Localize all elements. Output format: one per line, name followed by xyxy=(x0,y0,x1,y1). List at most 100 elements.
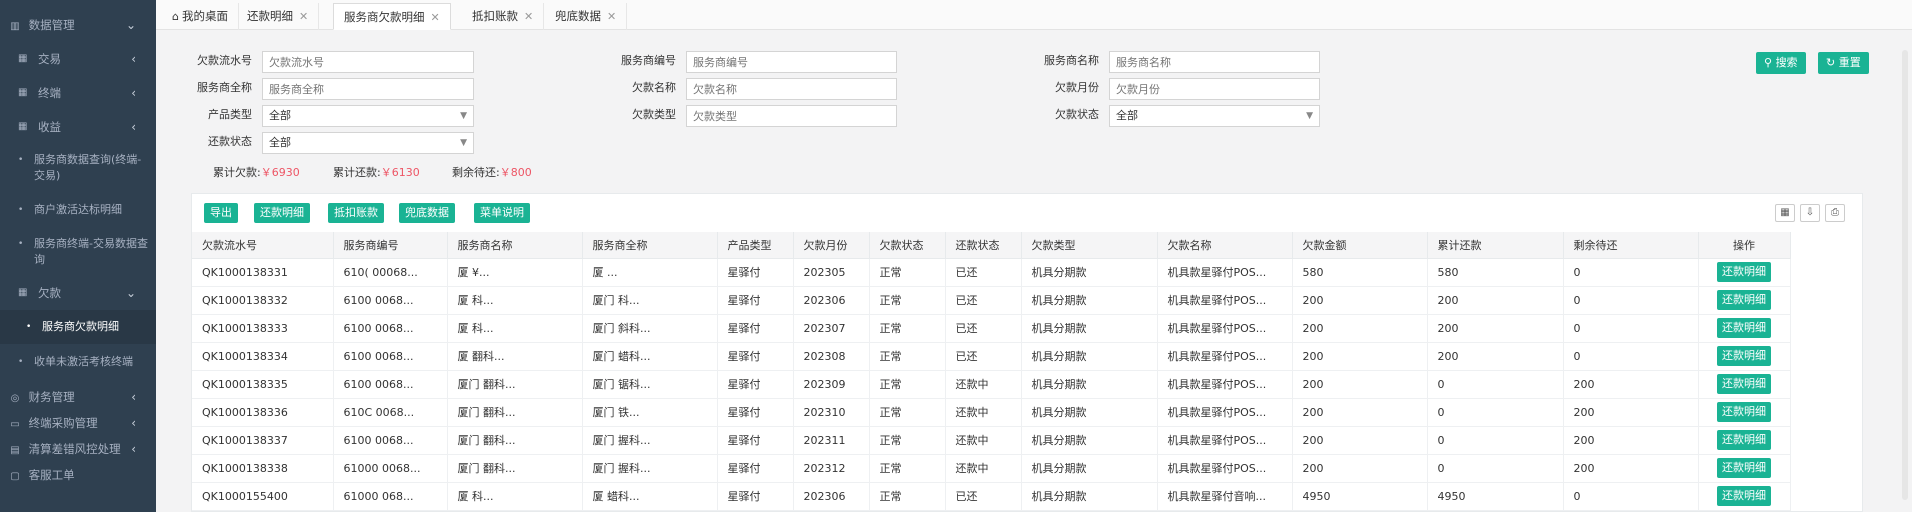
provider-code-input[interactable] xyxy=(686,51,897,73)
sidebar-item-label: 服务商终端-交易数据查询 xyxy=(34,237,148,266)
table-cell: 机具分期款 xyxy=(1021,286,1158,315)
table-row: QK1000155400 61000 068... 厦 科... 厦 蜡科... 星驿付… xyxy=(192,482,1791,511)
column-header[interactable]: 欠款状态 xyxy=(869,232,946,259)
export-button[interactable]: 导出 xyxy=(204,203,238,223)
reset-button[interactable]: ↻ 重置 xyxy=(1818,52,1869,74)
table-cell: 200 xyxy=(1563,454,1699,483)
table-cell: 0 xyxy=(1427,370,1564,399)
tab-desktop[interactable]: ⌂ 我的桌面 xyxy=(162,3,239,30)
table-cell: 200 xyxy=(1427,286,1564,315)
repay-status-select[interactable]: 全部 ▼ xyxy=(262,132,474,154)
sidebar-item-provider-terminal-query[interactable]: • 服务商终端-交易数据查询 xyxy=(0,236,156,268)
close-icon[interactable]: ✕ xyxy=(431,11,440,24)
row-repay-detail-button[interactable]: 还款明细 xyxy=(1717,430,1771,450)
table-cell: 机具款星驿付POS... xyxy=(1157,342,1293,371)
table-cell: QK1000138337 xyxy=(192,426,334,455)
sidebar-item-data-management[interactable]: ▥ 数据管理 ⌄ xyxy=(0,8,156,42)
table-cell: 星驿付 xyxy=(717,286,794,315)
table-cell-actions: 还款明细 xyxy=(1698,258,1791,287)
table-cell: 机具分期款 xyxy=(1021,370,1158,399)
row-repay-detail-button[interactable]: 还款明细 xyxy=(1717,262,1771,282)
sidebar-item-service-ticket[interactable]: ▢ 客服工单 xyxy=(0,458,156,492)
tab-fallback[interactable]: 兜底数据 ✕ xyxy=(545,3,628,30)
provider-name-input[interactable] xyxy=(1109,51,1320,73)
row-repay-detail-button[interactable]: 还款明细 xyxy=(1717,346,1771,366)
row-repay-detail-button[interactable]: 还款明细 xyxy=(1717,318,1771,338)
sidebar-item-merchant-activation[interactable]: • 商户激活达标明细 xyxy=(0,202,156,218)
sidebar-item-label: 收单未激活考核终端 xyxy=(34,355,133,368)
debt-month-input[interactable] xyxy=(1109,78,1320,100)
ticket-icon: ▢ xyxy=(10,471,20,482)
close-icon[interactable]: ✕ xyxy=(607,10,616,23)
sidebar-item-provider-data-query[interactable]: • 服务商数据查询(终端-交易) xyxy=(0,152,156,184)
refresh-icon: ↻ xyxy=(1826,56,1836,69)
row-repay-detail-button[interactable]: 还款明细 xyxy=(1717,486,1771,506)
debt-type-input[interactable] xyxy=(686,105,897,127)
select-value: 全部 xyxy=(269,109,291,122)
column-header[interactable]: 欠款流水号 xyxy=(192,232,334,259)
table-cell: 机具分期款 xyxy=(1021,398,1158,427)
sidebar-item-terminal[interactable]: ▦ 终端 ‹ xyxy=(0,76,156,110)
table-cell: 200 xyxy=(1292,398,1428,427)
grid-icon: ▦ xyxy=(18,121,28,132)
tab-label: 服务商欠款明细 xyxy=(344,10,425,24)
row-repay-detail-button[interactable]: 还款明细 xyxy=(1717,374,1771,394)
table-cell: 200 xyxy=(1292,426,1428,455)
total-debt-value: ￥6930 xyxy=(260,166,300,179)
table-cell: 202306 xyxy=(793,482,870,511)
table-cell: 还款中 xyxy=(945,426,1022,455)
sidebar-item-income[interactable]: ▦ 收益 ‹ xyxy=(0,110,156,144)
table-cell: 61000 0068... xyxy=(333,454,448,483)
menu-help-button[interactable]: 菜单说明 xyxy=(474,203,530,223)
table-cell: 机具款星驿付POS... xyxy=(1157,258,1293,287)
bullet-icon: • xyxy=(18,239,24,249)
download-icon[interactable]: ⇩ xyxy=(1800,204,1820,222)
caret-down-icon: ▼ xyxy=(460,138,467,148)
debt-status-select[interactable]: 全部 ▼ xyxy=(1109,105,1320,127)
repay-detail-button[interactable]: 还款明细 xyxy=(254,203,310,223)
debt-serial-input[interactable] xyxy=(262,51,474,73)
column-header[interactable]: 欠款金额 xyxy=(1292,232,1428,259)
table-cell: 厦门 握科... xyxy=(582,426,718,455)
table-cell: 正常 xyxy=(869,286,946,315)
column-header[interactable]: 累计还款 xyxy=(1427,232,1564,259)
table-cell: 正常 xyxy=(869,454,946,483)
fallback-data-button[interactable]: 兜底数据 xyxy=(399,203,455,223)
close-icon[interactable]: ✕ xyxy=(524,10,533,23)
sidebar-item-trade[interactable]: ▦ 交易 ‹ xyxy=(0,42,156,76)
table-cell: 6100 0068... xyxy=(333,286,448,315)
row-repay-detail-button[interactable]: 还款明细 xyxy=(1717,402,1771,422)
columns-icon[interactable]: ▦ xyxy=(1775,204,1795,222)
deduct-button[interactable]: 抵扣账款 xyxy=(328,203,384,223)
table-cell: 200 xyxy=(1292,342,1428,371)
search-button[interactable]: ⚲ 搜索 xyxy=(1756,52,1806,74)
column-header[interactable]: 服务商名称 xyxy=(447,232,583,259)
row-repay-detail-button[interactable]: 还款明细 xyxy=(1717,290,1771,310)
table-cell-actions: 还款明细 xyxy=(1698,342,1791,371)
table-cell: 正常 xyxy=(869,258,946,287)
product-type-select[interactable]: 全部 ▼ xyxy=(262,105,474,127)
sidebar-item-unactivated-terminal[interactable]: • 收单未激活考核终端 xyxy=(0,354,156,370)
column-header[interactable]: 服务商全称 xyxy=(582,232,718,259)
debt-name-input[interactable] xyxy=(686,78,897,100)
table-cell: QK1000138333 xyxy=(192,314,334,343)
row-repay-detail-button[interactable]: 还款明细 xyxy=(1717,458,1771,478)
column-header[interactable]: 欠款月份 xyxy=(793,232,870,259)
tab-provider-debt-detail[interactable]: 服务商欠款明细 ✕ xyxy=(333,3,451,30)
sidebar-item-provider-debt-detail[interactable]: • 服务商欠款明细 xyxy=(0,310,156,344)
column-header[interactable]: 服务商编号 xyxy=(333,232,448,259)
tab-deduct[interactable]: 抵扣账款 ✕ xyxy=(462,3,545,30)
sidebar-item-debt[interactable]: ▦ 欠款 ⌄ xyxy=(0,276,156,310)
print-icon[interactable]: ⎙ xyxy=(1825,204,1845,222)
column-header[interactable]: 还款状态 xyxy=(945,232,1022,259)
provider-fullname-input[interactable] xyxy=(262,78,474,100)
column-header[interactable]: 欠款名称 xyxy=(1157,232,1293,259)
column-header[interactable]: 剩余待还 xyxy=(1563,232,1699,259)
column-header[interactable]: 欠款类型 xyxy=(1021,232,1158,259)
column-header[interactable]: 产品类型 xyxy=(717,232,794,259)
table-cell: 机具款星驿付POS... xyxy=(1157,286,1293,315)
close-icon[interactable]: ✕ xyxy=(299,10,308,23)
scrollbar[interactable] xyxy=(1902,50,1908,500)
tab-repay-detail[interactable]: 还款明细 ✕ xyxy=(237,3,320,30)
table-cell: 0 xyxy=(1563,342,1699,371)
